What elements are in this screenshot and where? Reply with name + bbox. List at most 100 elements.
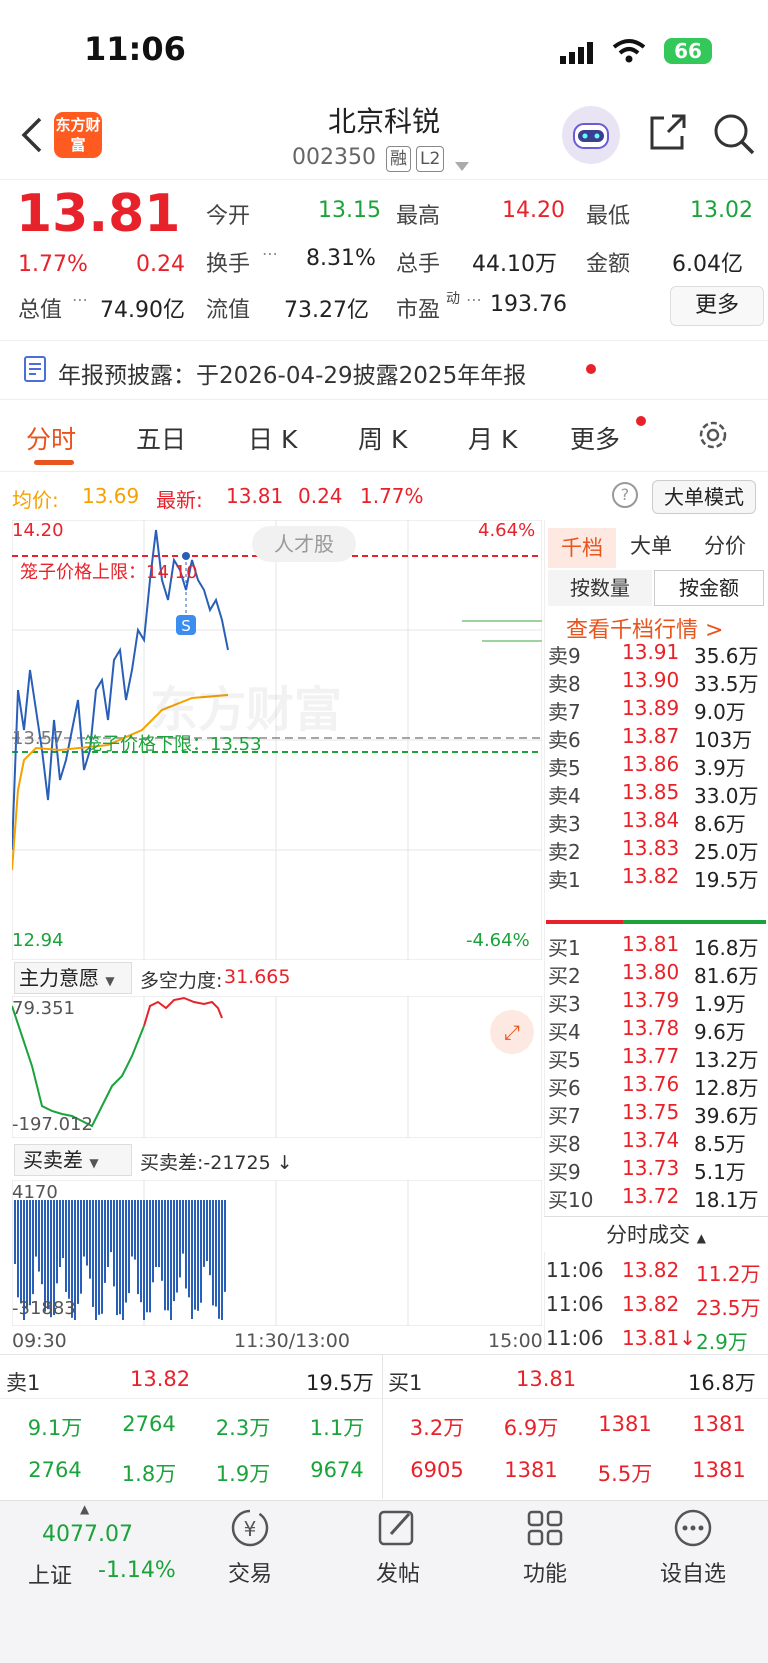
function-label[interactable]: 功能 [495, 1556, 595, 1588]
tab-day-k[interactable]: 日 K [248, 420, 297, 456]
trade-row: 11:06 13.82 23.5万 [546, 1292, 766, 1324]
queue-order: 6905 [410, 1458, 464, 1482]
tab-week-k[interactable]: 周 K [358, 420, 407, 456]
l2-tag: L2 [416, 146, 445, 172]
add-watchlist-label[interactable]: 设自选 [643, 1556, 743, 1588]
queue-order: 3.2万 [409, 1416, 465, 1440]
diff-bar [176, 1200, 178, 1293]
tab-more[interactable]: 更多 [570, 420, 620, 456]
function-icon[interactable] [510, 1506, 580, 1558]
book-sub-by-count[interactable]: 按数量 [548, 570, 652, 606]
ask-level[interactable]: 卖3 13.84 8.6万 [546, 808, 766, 836]
diff-bar [146, 1200, 148, 1313]
post-icon[interactable] [362, 1506, 432, 1558]
concept-tag[interactable]: 人才股 [252, 526, 356, 562]
last-price: 13.81 [16, 184, 181, 244]
queue-order: 1381 [692, 1458, 746, 1482]
queue-order: 9.1万 [27, 1416, 83, 1440]
book-tab-depth[interactable]: 千档 [548, 528, 616, 568]
change-amount: 0.24 [136, 252, 185, 277]
post-label[interactable]: 发帖 [348, 1556, 448, 1588]
more-button[interactable]: 更多 [670, 286, 764, 326]
diff-bar [215, 1200, 217, 1307]
bid-ask-diff-chart[interactable] [12, 1180, 542, 1326]
trades-header[interactable]: 分时成交 ▲ [544, 1216, 768, 1252]
level-price: 13.84 [622, 808, 680, 832]
ask-level[interactable]: 卖8 13.90 33.5万 [546, 668, 766, 696]
indicator-select[interactable]: 买卖差 ▼ [14, 1144, 132, 1176]
diff-bar [116, 1200, 118, 1316]
indicator-name: 买卖差 [23, 1148, 83, 1172]
ask-level[interactable]: 卖7 13.89 9.0万 [546, 696, 766, 724]
signal-icon [560, 42, 594, 68]
search-icon[interactable] [712, 112, 756, 160]
prev-close-label: 13.57 [12, 728, 64, 749]
diff-bar [164, 1200, 166, 1311]
book-tab-price[interactable]: 分价 [704, 530, 746, 560]
sell-queue-total: 19.5万 [306, 1371, 374, 1395]
margin-tag: 融 [386, 146, 411, 172]
ask-level[interactable]: 卖5 13.86 3.9万 [546, 752, 766, 780]
trade-row: 11:06 13.82 11.2万 [546, 1258, 766, 1290]
info-icon[interactable]: ⋯ [262, 244, 278, 263]
trade-icon[interactable]: ¥ [215, 1506, 285, 1558]
share-icon[interactable] [646, 112, 688, 158]
help-icon[interactable]: ? [612, 482, 638, 508]
diff-bar [179, 1200, 181, 1278]
tab-five-day[interactable]: 五日 [136, 420, 186, 456]
diff-bar [131, 1200, 133, 1257]
change-percent: 1.77% [18, 252, 88, 277]
diff-bar [83, 1200, 85, 1257]
index-value[interactable]: 4077.07 [42, 1522, 133, 1547]
more-circle-icon[interactable] [658, 1506, 728, 1558]
level-volume: 33.0万 [694, 784, 759, 808]
trade-volume: 11.2万 [696, 1262, 761, 1286]
trade-time: 11:06 [546, 1292, 604, 1316]
diff-bar [218, 1200, 220, 1319]
diff-bottom-value: -31883 [12, 1298, 76, 1319]
diff-bar [68, 1200, 70, 1299]
index-name: 上证 [28, 1564, 73, 1589]
level-label: 卖6 [548, 728, 581, 752]
sell-queue-price: 13.82 [130, 1367, 191, 1391]
diff-bar [44, 1200, 46, 1312]
ask-level[interactable]: 卖4 13.85 33.0万 [546, 780, 766, 808]
ask-level[interactable]: 卖9 13.91 35.6万 [546, 640, 766, 668]
latest-label: 最新: [156, 488, 203, 512]
info-icon[interactable]: ⋯ [72, 290, 88, 309]
dropdown-icon[interactable] [455, 156, 469, 175]
assistant-avatar[interactable] [562, 106, 620, 164]
level-volume: 103万 [694, 728, 753, 752]
chevron-up-icon[interactable]: ▲ [80, 1502, 89, 1516]
latest-percent: 1.77% [360, 484, 424, 508]
ask-level[interactable]: 卖2 13.83 25.0万 [546, 836, 766, 864]
latest-change: 0.24 [298, 484, 343, 508]
ask-level[interactable]: 卖1 13.82 19.5万 [546, 864, 766, 892]
diff-bar [173, 1200, 175, 1302]
amount-value: 6.04亿 [672, 252, 743, 277]
diff-bar [47, 1200, 49, 1310]
lower-limit-label: 笼子价格下限：13.53 [84, 734, 262, 755]
book-sub-by-amount[interactable]: 按金额 [654, 570, 764, 606]
diff-bar [158, 1200, 160, 1268]
indicator-select[interactable]: 主力意愿 ▼ [14, 962, 132, 994]
diff-bar [122, 1200, 124, 1320]
level-label: 卖4 [548, 784, 581, 808]
level-volume: 35.6万 [694, 644, 759, 668]
indicator-name: 主力意愿 [19, 966, 99, 990]
diff-bar [134, 1200, 136, 1260]
book-tab-big-order[interactable]: 大单 [630, 530, 672, 560]
trade-label[interactable]: 交易 [200, 1556, 300, 1588]
big-order-mode-button[interactable]: 大单模式 [652, 480, 756, 514]
queue-order: 1381 [598, 1412, 652, 1436]
expand-icon[interactable]: ⤢ [490, 1010, 534, 1054]
info-icon[interactable]: ⋯ [466, 290, 482, 309]
level-volume: 25.0万 [694, 840, 759, 864]
gear-icon[interactable] [696, 418, 730, 456]
tab-month-k[interactable]: 月 K [468, 420, 517, 456]
queue-order: 1.1万 [309, 1416, 365, 1440]
ask-level[interactable]: 卖6 13.87 103万 [546, 724, 766, 752]
diff-bar [101, 1200, 103, 1314]
level-price: 13.83 [622, 836, 680, 860]
tab-intraday[interactable]: 分时 [26, 420, 76, 456]
